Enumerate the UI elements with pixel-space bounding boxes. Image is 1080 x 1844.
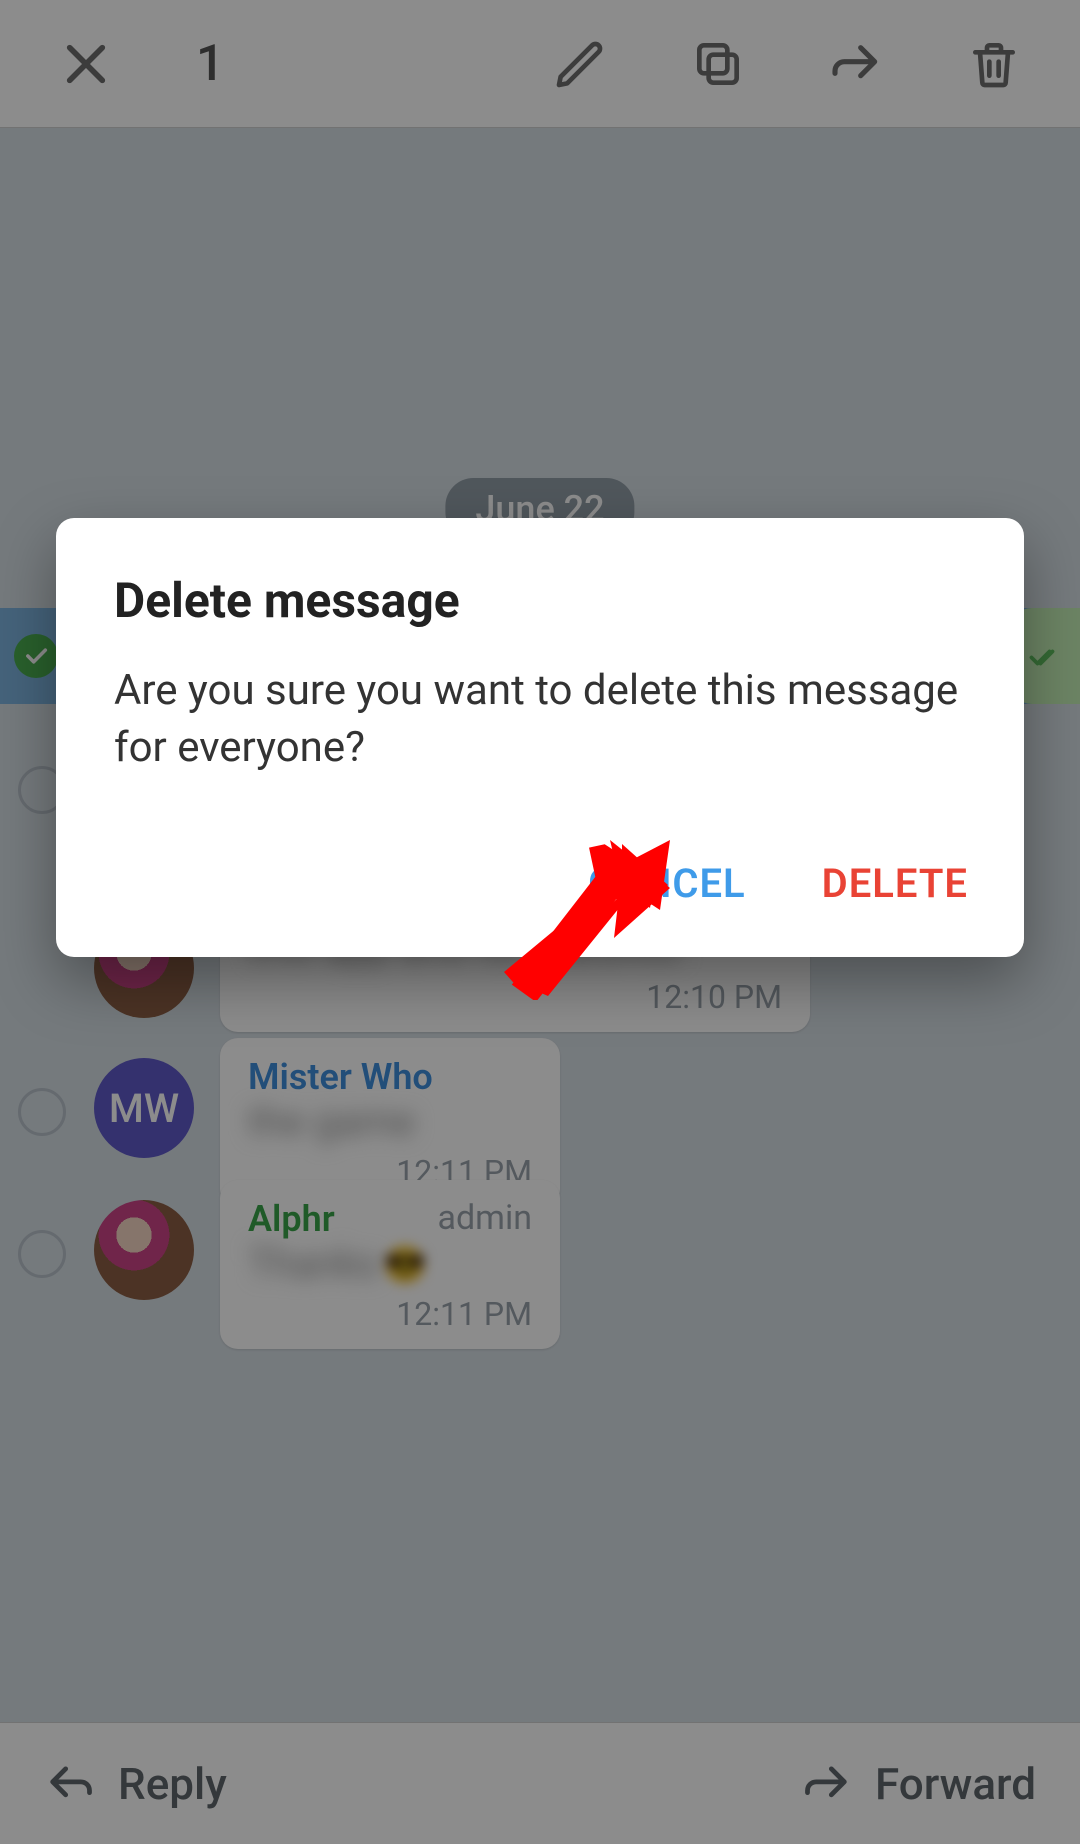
reply-icon [44,1758,96,1810]
annotation-arrow-icon [510,836,680,996]
selection-toolbar: 1 [0,0,1080,128]
close-selection-button[interactable] [42,20,130,108]
message-bubble[interactable]: Alphr admin Thanks 😎 12:11 PM [220,1180,560,1349]
reply-button[interactable]: Reply [44,1758,227,1810]
forward-label: Forward [875,1758,1036,1810]
message-role: admin [437,1198,532,1238]
message-time: 12:11 PM [396,1295,532,1333]
dialog-body: Are you sure you want to delete this mes… [114,663,966,776]
delete-button[interactable] [950,20,1038,108]
close-icon [58,36,114,92]
forward-icon [801,1758,853,1810]
selection-radio[interactable] [18,1230,66,1278]
forward-arrow-icon [828,36,884,92]
selection-check-icon [14,634,58,678]
avatar[interactable]: MW [94,1058,194,1158]
dialog-title: Delete message [114,572,966,629]
double-check-icon [1027,638,1063,674]
bottom-action-bar: Reply Forward [0,1722,1080,1844]
trash-icon [966,36,1022,92]
app-screen: 1 June 22 Working at [0,0,1080,1844]
reply-label: Reply [118,1758,227,1810]
selection-count: 1 [196,35,224,93]
copy-button[interactable] [674,20,762,108]
message-sender: Alphr [248,1198,335,1240]
avatar[interactable] [94,1200,194,1300]
message-emoji: 😎 [383,1244,428,1286]
edit-button[interactable] [536,20,624,108]
forward-bottom-button[interactable]: Forward [801,1758,1036,1810]
forward-button[interactable] [812,20,900,108]
pencil-icon [552,36,608,92]
selection-radio[interactable] [18,1088,66,1136]
copy-icon [690,36,746,92]
delete-confirm-button[interactable]: DELETE [812,846,978,921]
message-sender: Mister Who [248,1056,532,1098]
message-text-obscured: Thanks [248,1240,379,1287]
avatar-initials: MW [109,1085,179,1132]
message-text-obscured: the game [248,1098,415,1145]
